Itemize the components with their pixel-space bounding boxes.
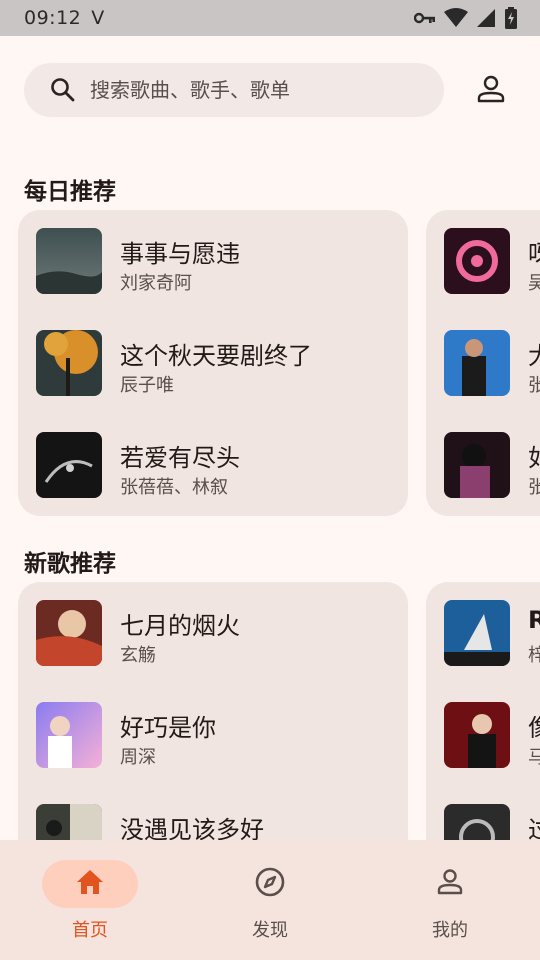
section-title-daily: 每日推荐 <box>24 179 116 205</box>
person-icon <box>476 74 506 108</box>
album-cover <box>444 804 510 840</box>
song-row[interactable]: 若爱有尽头 张蓓蓓、林叙 <box>18 414 408 516</box>
song-title: 好巧是你 <box>120 714 216 742</box>
carrier-icon: V <box>91 7 105 29</box>
song-artist: 刘家奇阿 <box>120 273 192 294</box>
status-bar: 09:12 V <box>0 0 540 36</box>
song-title: 没遇见该多好 <box>120 816 264 840</box>
song-card-new-next: R 梓 像 马 过 <box>426 582 540 840</box>
compass-icon <box>254 866 286 902</box>
song-title: 如 <box>528 438 540 473</box>
search-icon <box>50 77 76 103</box>
album-cover <box>36 228 102 294</box>
song-card-new: 七月的烟火 玄觞 好巧是你 周深 没遇见该多好 <box>18 582 408 840</box>
bottom-nav: 首页 发现 我的 <box>0 840 540 960</box>
song-title: 这个秋天要剧终了 <box>120 342 312 370</box>
nav-item-discover[interactable]: 发现 <box>180 840 360 960</box>
album-cover <box>444 432 510 498</box>
nav-label-mine: 我的 <box>432 920 468 941</box>
song-row[interactable]: 好巧是你 周深 <box>18 684 408 786</box>
album-cover <box>444 600 510 666</box>
song-title: R <box>528 606 540 634</box>
song-row[interactable]: 如 张 <box>426 414 540 516</box>
song-title: 过 <box>528 810 540 840</box>
nav-label-discover: 发现 <box>252 920 288 941</box>
album-cover <box>36 702 102 768</box>
search-input[interactable] <box>90 78 410 102</box>
album-cover <box>444 228 510 294</box>
status-time: 09:12 <box>24 7 82 29</box>
song-artist: 张蓓蓓、林叙 <box>120 477 228 498</box>
song-row[interactable]: 没遇见该多好 <box>18 786 408 840</box>
nav-icon-wrap <box>402 860 498 908</box>
song-title: 七月的烟火 <box>120 612 240 640</box>
album-cover <box>444 330 510 396</box>
album-cover <box>36 330 102 396</box>
song-artist: 张 <box>528 477 540 498</box>
song-artist: 周深 <box>120 747 156 768</box>
song-row[interactable]: 像 马 <box>426 684 540 786</box>
nav-active-indicator <box>42 860 138 908</box>
song-row[interactable]: R 梓 <box>426 582 540 684</box>
song-title: 像 <box>528 708 540 743</box>
song-artist: 马 <box>528 747 540 768</box>
song-artist: 玄觞 <box>120 645 156 666</box>
status-icons <box>414 7 518 29</box>
section-title-new-songs: 新歌推荐 <box>24 551 116 577</box>
song-artist: 梓 <box>528 645 540 666</box>
song-card-daily: 事事与愿违 刘家奇阿 这个秋天要剧终了 辰子唯 若爱有尽头 张蓓蓓、林叙 <box>18 210 408 516</box>
album-cover <box>444 702 510 768</box>
battery-charging-icon <box>504 7 518 29</box>
song-title: 大 <box>528 336 540 371</box>
song-artist: 张 <box>528 375 540 396</box>
song-row[interactable]: 事事与愿违 刘家奇阿 <box>18 210 408 312</box>
song-row[interactable]: 这个秋天要剧终了 辰子唯 <box>18 312 408 414</box>
nav-icon-wrap <box>222 860 318 908</box>
song-artist: 辰子唯 <box>120 375 174 396</box>
nav-label-home: 首页 <box>72 920 108 941</box>
album-cover <box>36 600 102 666</box>
signal-icon <box>476 8 496 28</box>
song-row[interactable]: 过 <box>426 786 540 840</box>
wifi-icon <box>444 8 468 28</box>
home-icon <box>75 868 105 900</box>
song-row[interactable]: 大 张 <box>426 312 540 414</box>
song-title: 呀 <box>528 234 540 269</box>
song-card-daily-next: 呀 吴 大 张 如 张 <box>426 210 540 516</box>
account-button[interactable] <box>472 72 510 110</box>
song-title: 事事与愿违 <box>120 240 240 268</box>
search-bar[interactable] <box>24 63 444 117</box>
nav-item-home[interactable]: 首页 <box>0 840 180 960</box>
album-cover <box>36 432 102 498</box>
person-icon <box>436 868 464 900</box>
song-artist: 吴 <box>528 273 540 294</box>
nav-item-mine[interactable]: 我的 <box>360 840 540 960</box>
vpn-key-icon <box>414 11 436 25</box>
song-row[interactable]: 七月的烟火 玄觞 <box>18 582 408 684</box>
song-title: 若爱有尽头 <box>120 444 240 472</box>
song-row[interactable]: 呀 吴 <box>426 210 540 312</box>
album-cover <box>36 804 102 840</box>
